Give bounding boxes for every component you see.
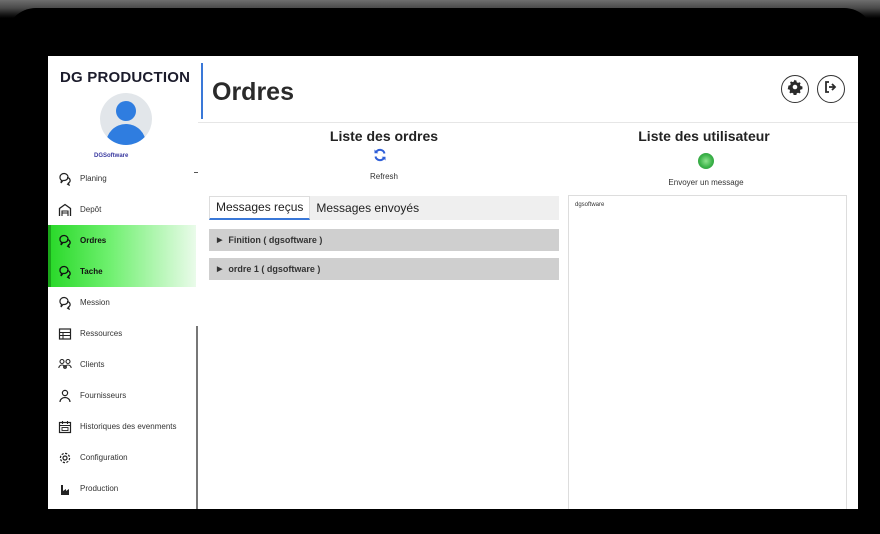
settings-button[interactable] xyxy=(781,75,809,103)
sidebar-item-label: Fournisseurs xyxy=(80,391,127,400)
sidebar-item-mession[interactable]: Mession xyxy=(48,287,196,318)
header-divider xyxy=(198,122,858,123)
send-message-button[interactable] xyxy=(698,153,714,169)
title-accent-bar xyxy=(201,63,203,119)
tab-messages-envoyes[interactable]: Messages envoyés xyxy=(310,196,425,220)
sidebar-item-label: Historiques des evenments xyxy=(80,422,177,431)
sidebar-menu: Planing Depôt Ordres Tache Mession Resso… xyxy=(48,163,196,504)
refresh-label: Refresh xyxy=(369,172,398,181)
sidebar-item-label: Ordres xyxy=(80,236,107,245)
gear-icon xyxy=(787,79,803,100)
calendar-icon xyxy=(58,420,72,434)
sidebar-item-label: Ressources xyxy=(80,329,123,338)
sidebar-item-depot[interactable]: Depôt xyxy=(48,194,196,225)
order-item-label: ordre 1 ( dgsoftware ) xyxy=(228,264,321,274)
table-icon xyxy=(58,327,72,341)
people-icon xyxy=(58,358,72,372)
chat-bubbles-icon xyxy=(58,172,72,186)
sidebar-item-planing[interactable]: Planing xyxy=(48,163,196,194)
users-title: Liste des utilisateur xyxy=(638,128,770,144)
chat-bubbles-icon xyxy=(58,234,72,248)
sidebar-item-ressources[interactable]: Ressources xyxy=(48,318,196,349)
factory-icon xyxy=(58,482,72,496)
sidebar-item-ordres[interactable]: Ordres xyxy=(48,225,196,256)
sidebar-item-production[interactable]: Production xyxy=(48,473,196,504)
sidebar-item-label: Mession xyxy=(80,298,110,307)
device-bezel: DG PRODUCTION DGSoftware Planing Depôt O… xyxy=(6,8,874,534)
user-list-item[interactable]: dgsoftware xyxy=(569,196,846,214)
refresh-icon xyxy=(373,148,387,166)
sidebar-scrollbar[interactable] xyxy=(196,326,198,509)
order-item-label: Finition ( dgsoftware ) xyxy=(228,235,323,245)
sidebar-item-label: Tache xyxy=(80,267,103,276)
logout-button[interactable] xyxy=(817,75,845,103)
sidebar-item-label: Depôt xyxy=(80,205,102,214)
send-message-label: Envoyer un message xyxy=(668,178,744,187)
sidebar-item-label: Planing xyxy=(80,174,107,183)
app-window: DG PRODUCTION DGSoftware Planing Depôt O… xyxy=(48,56,858,509)
tab-messages-recus[interactable]: Messages reçus xyxy=(209,196,311,220)
sidebar-item-configuration[interactable]: Configuration xyxy=(48,442,196,473)
chevron-right-icon: ▶ xyxy=(217,266,223,273)
sidebar-item-fournisseurs[interactable]: Fournisseurs xyxy=(48,380,196,411)
sidebar: DG PRODUCTION DGSoftware Planing Depôt O… xyxy=(48,56,198,509)
sidebar-item-label: Production xyxy=(80,484,119,493)
order-item-finition[interactable]: ▶ Finition ( dgsoftware ) xyxy=(209,229,559,251)
sidebar-item-tache[interactable]: Tache xyxy=(48,256,196,287)
sidebar-item-label: Configuration xyxy=(80,453,128,462)
avatar xyxy=(100,93,152,145)
message-tabs: Messages reçus Messages envoyés xyxy=(209,196,559,220)
sidebar-item-historiques[interactable]: Historiques des evenments xyxy=(48,411,196,442)
chat-bubbles-icon xyxy=(58,296,72,310)
user-list: dgsoftware xyxy=(568,195,847,509)
person-icon xyxy=(58,389,72,403)
sub-brand: DGSoftware xyxy=(94,153,129,159)
sidebar-item-label: Clients xyxy=(80,360,105,369)
refresh-button[interactable] xyxy=(373,148,387,167)
chat-bubbles-icon xyxy=(58,265,72,279)
order-item-ordre-1[interactable]: ▶ ordre 1 ( dgsoftware ) xyxy=(209,258,559,280)
orders-title: Liste des ordres xyxy=(329,128,439,144)
chevron-right-icon: ▶ xyxy=(217,237,223,244)
sidebar-item-clients[interactable]: Clients xyxy=(48,349,196,380)
warehouse-icon xyxy=(58,203,72,217)
gear-icon xyxy=(58,451,72,465)
page-title: Ordres xyxy=(212,78,294,106)
logout-icon xyxy=(823,79,839,100)
brand-title: DG PRODUCTION xyxy=(60,69,191,86)
